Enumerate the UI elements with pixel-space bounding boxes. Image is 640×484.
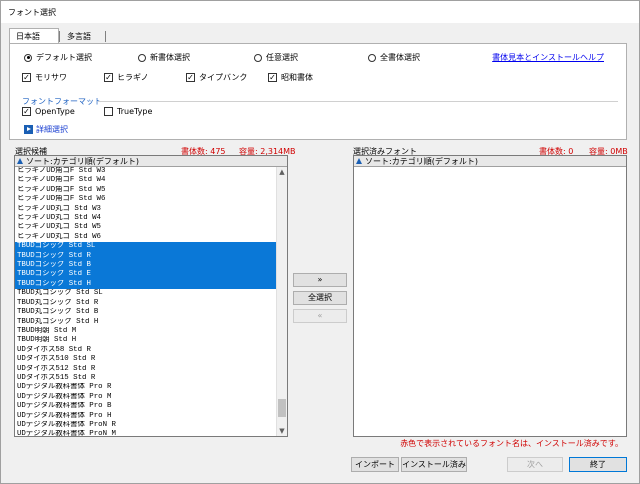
radio-label: 新書体選択 [150,53,190,62]
radio-all-fonts-selection[interactable]: 全書体選択 [368,52,420,63]
font-format-heading: フォントフォーマット [22,97,102,106]
list-item[interactable]: UDデジタル教科書体 Pro B [15,402,277,411]
list-item[interactable]: ヒラギノUD丸ゴ Std W4 [15,214,277,223]
list-item[interactable]: TBUDゴシック Std SL [15,242,277,252]
scroll-up-icon[interactable]: ▲ [277,167,287,177]
list-item[interactable]: UDデジタル教科書体 ProN M [15,430,277,436]
checkbox-indicator [186,73,195,82]
title-bar: フォント選択 [1,1,639,23]
checkbox-morisawa[interactable]: モリサワ [22,72,67,83]
radio-label: デフォルト選択 [36,53,92,62]
checkbox-label: 昭和書体 [281,73,313,82]
checkbox-hiragino[interactable]: ヒラギノ [104,72,149,83]
list-item[interactable]: UDデジタル教科書体 Pro M [15,393,277,402]
checkbox-indicator [268,73,277,82]
checkbox-indicator [22,73,31,82]
selected-sort-header[interactable]: ソート:カテゴリ順(デフォルト) [354,156,626,167]
checkbox-indicator [104,107,113,116]
radio-indicator [138,53,146,62]
list-item[interactable]: ヒラギノUD丸ゴ Std W3 [15,205,277,214]
add-button[interactable]: » [293,273,347,287]
list-item[interactable]: ヒラギノUD角ゴF Std W4 [15,176,277,185]
font-format-divider [98,101,618,102]
radio-custom-selection[interactable]: 任意選択 [254,52,298,63]
radio-indicator [24,53,32,62]
sort-label: ソート:カテゴリ順(デフォルト) [365,156,478,166]
checkbox-indicator [104,73,113,82]
checkbox-typebank[interactable]: タイプバンク [186,72,247,83]
list-item[interactable]: TBUDゴシック Std E [15,270,277,280]
list-item[interactable]: ヒラギノUD角ゴF Std W3 [15,167,277,176]
list-item[interactable]: ヒラギノUD丸ゴ Std W6 [15,233,277,242]
list-item[interactable]: TBUD明朝 Std H [15,336,277,345]
tab-japanese[interactable]: 日本語 [9,28,59,44]
list-item[interactable]: TBUD丸ゴシック Std R [15,299,277,308]
list-item[interactable]: TBUD丸ゴシック Std B [15,308,277,317]
checkbox-label: モリサワ [35,73,67,82]
install-help-link[interactable]: 書体見本とインストールヘルプ [492,52,604,63]
checkbox-showa[interactable]: 昭和書体 [268,72,313,83]
select-all-button[interactable]: 全選択 [293,291,347,305]
tab-multilingual[interactable]: 多言語 [61,29,107,44]
candidates-sort-header[interactable]: ソート:カテゴリ順(デフォルト) [15,156,287,167]
installed-button[interactable]: インストール済み [401,457,467,472]
checkbox-indicator [22,107,31,116]
list-item[interactable]: UDタイポス510 Std R [15,355,277,364]
finish-button[interactable]: 終了 [569,457,627,472]
list-item[interactable]: UDタイポス512 Std R [15,365,277,374]
radio-new-font-selection[interactable]: 新書体選択 [138,52,190,63]
tab-separator [59,31,60,42]
options-panel: デフォルト選択 新書体選択 任意選択 全書体選択 書体見本とインストールヘルプ … [9,43,627,140]
sort-label: ソート:カテゴリ順(デフォルト) [26,156,139,166]
checkbox-opentype[interactable]: OpenType [22,107,75,116]
radio-indicator [368,53,376,62]
checkbox-label: OpenType [35,107,75,116]
checkbox-label: TrueType [117,107,153,116]
list-item[interactable]: TBUDゴシック Std R [15,251,277,262]
list-item[interactable]: UDデジタル教科書体 Pro H [15,412,277,421]
radio-label: 任意選択 [266,53,298,62]
list-item[interactable]: UDデジタル教科書体 Pro R [15,383,277,392]
list-item[interactable]: ヒラギノUD角ゴF Std W6 [15,195,277,204]
sort-ascending-icon [17,158,23,164]
candidates-font-list: ヒラギノUD角ゴF Std W3 ヒラギノUD角ゴF Std W4 ヒラギノUD角ゴ… [15,167,277,436]
list-item[interactable]: TBUDゴシック Std H [15,279,277,290]
list-item[interactable]: UDデジタル教科書体 ProN R [15,421,277,430]
scrollbar-thumb[interactable] [278,399,286,417]
radio-default-selection[interactable]: デフォルト選択 [24,52,92,63]
candidates-listbox[interactable]: ソート:カテゴリ順(デフォルト) ヒラギノUD角ゴF Std W3 ヒラギノUD角… [14,155,288,437]
remove-button[interactable]: « [293,309,347,323]
list-item[interactable]: UDタイポス58 Std R [15,346,277,355]
list-item[interactable]: TBUD明朝 Std M [15,327,277,336]
list-item[interactable]: TBUDゴシック Std B [15,261,277,271]
import-button[interactable]: インポート [351,457,399,472]
radio-indicator [254,53,262,62]
advanced-selection-button[interactable]: 詳細選択 [24,124,68,135]
radio-label: 全書体選択 [380,53,420,62]
list-item[interactable]: TBUD丸ゴシック Std SL [15,289,277,298]
selected-listbox[interactable]: ソート:カテゴリ順(デフォルト) [353,155,627,437]
font-selection-window: フォント選択 日本語 多言語 デフォルト選択 新書体選択 任意選択 全書体選択 [0,0,640,484]
installed-note: 赤色で表示されているフォント名は、インストール済みです。 [400,439,623,448]
candidates-scrollbar[interactable]: ▲ ▼ [276,167,287,436]
checkbox-label: タイプバンク [199,73,248,82]
list-item[interactable]: TBUD丸ゴシック Std H [15,318,277,327]
expand-right-icon [24,125,33,134]
scroll-down-icon[interactable]: ▼ [277,426,287,436]
window-title: フォント選択 [8,8,56,17]
tab-separator [105,31,106,42]
list-item[interactable]: ヒラギノUD丸ゴ Std W5 [15,223,277,232]
next-button[interactable]: 次へ [507,457,563,472]
list-item[interactable]: UDタイポス515 Std R [15,374,277,383]
sort-ascending-icon [356,158,362,164]
advanced-selection-label: 詳細選択 [36,125,68,134]
checkbox-truetype[interactable]: TrueType [104,107,152,116]
list-item[interactable]: ヒラギノUD角ゴF Std W5 [15,186,277,195]
checkbox-label: ヒラギノ [117,73,149,82]
